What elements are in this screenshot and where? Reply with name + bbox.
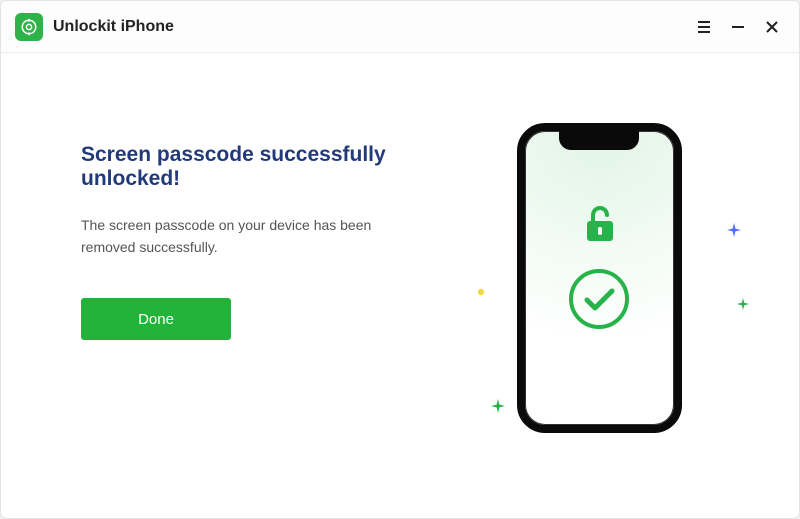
phone-mockup [517,123,682,433]
message-panel: Screen passcode successfully unlocked! T… [81,143,449,498]
check-circle-icon [567,267,631,331]
app-title: Unlockit iPhone [53,18,174,36]
sparkle-icon [737,298,749,310]
sparkle-icon [477,288,485,296]
phone-notch [559,130,639,150]
app-logo-icon [15,13,43,41]
app-window: Unlockit iPhone [0,0,800,519]
unlock-icon [579,201,619,245]
content-area: Screen passcode successfully unlocked! T… [1,53,799,518]
sparkle-icon [727,223,741,237]
illustration-panel [449,143,749,498]
close-button[interactable] [763,18,781,36]
window-controls [695,18,781,36]
title-bar: Unlockit iPhone [1,1,799,53]
success-headline: Screen passcode successfully unlocked! [81,143,429,191]
minimize-button[interactable] [729,18,747,36]
sparkle-icon [491,399,505,413]
menu-button[interactable] [695,18,713,36]
done-button[interactable]: Done [81,298,231,340]
success-description: The screen passcode on your device has b… [81,215,421,258]
